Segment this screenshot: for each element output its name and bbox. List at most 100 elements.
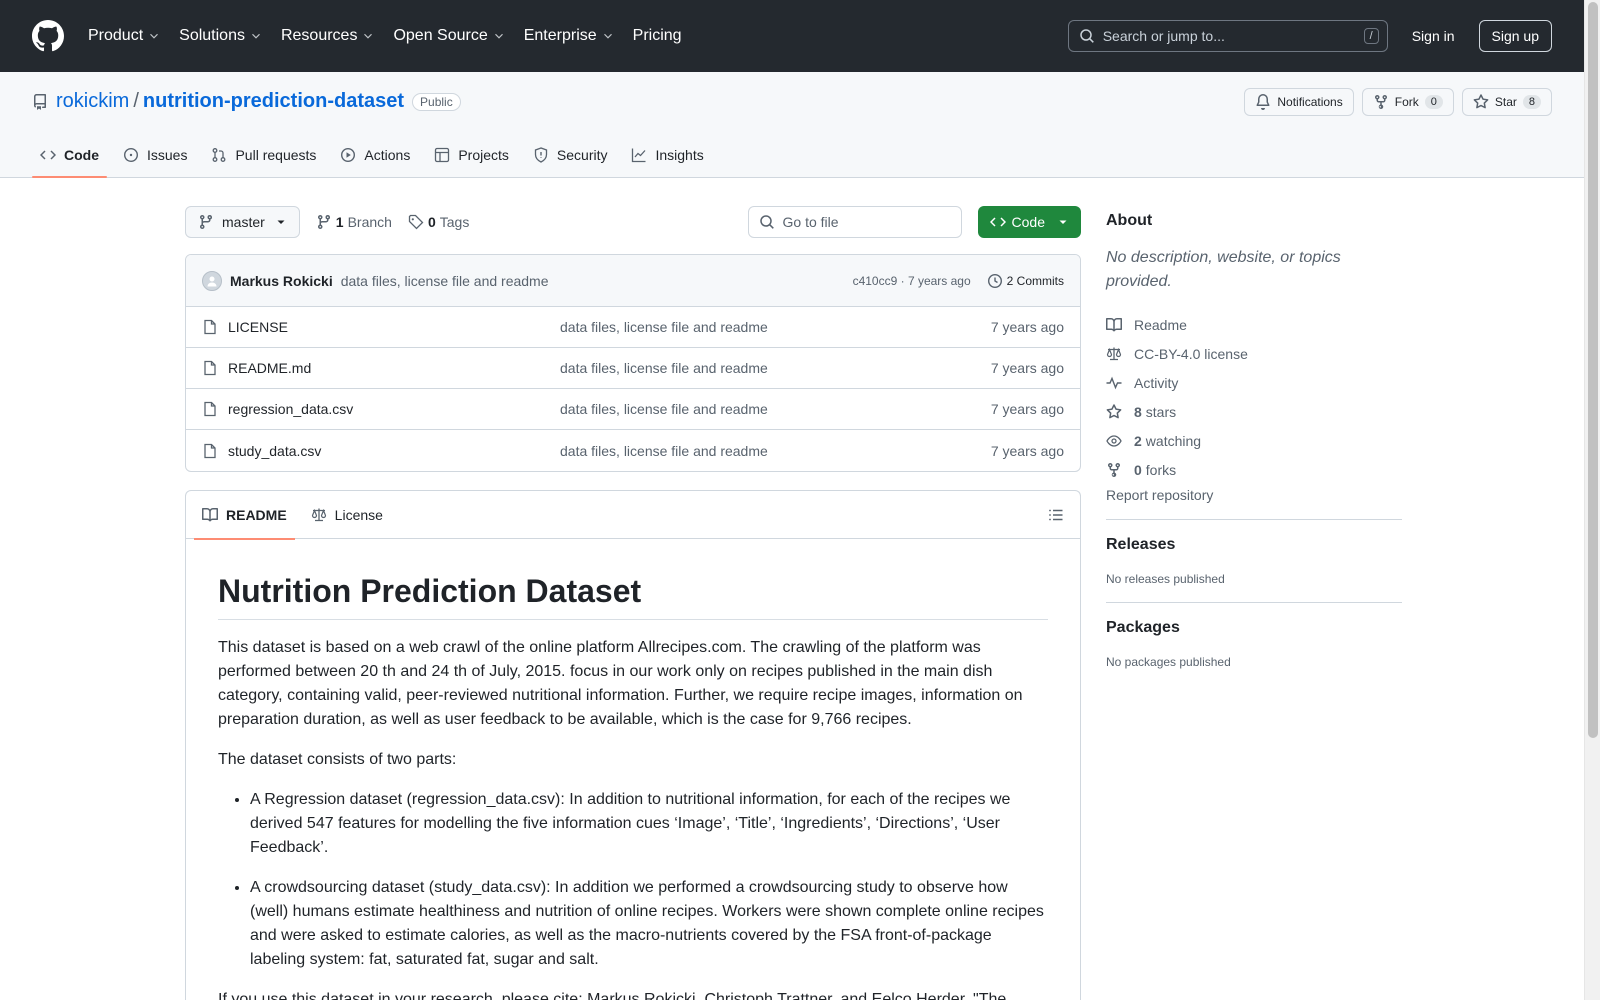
fork-count: 0	[1424, 95, 1443, 109]
nav-open-source[interactable]: Open Source	[393, 27, 505, 45]
commit-meta: c410cc9 · 7 years ago 2 Commits	[853, 273, 1064, 289]
tab-pull-requests[interactable]: Pull requests	[203, 132, 324, 178]
tab-license[interactable]: License	[303, 491, 391, 539]
tab-actions[interactable]: Actions	[332, 132, 418, 178]
commit-message[interactable]: data files, license file and readme	[341, 273, 549, 289]
packages-section: Packages No packages published	[1106, 602, 1402, 669]
stars-count: 8	[1134, 403, 1142, 420]
packages-heading[interactable]: Packages	[1106, 619, 1402, 637]
github-logo-icon[interactable]	[32, 20, 64, 52]
readme-paragraph: The dataset consists of two parts:	[218, 751, 457, 768]
readme-content: Nutrition Prediction Dataset This datase…	[186, 539, 1080, 1000]
tags-link[interactable]: 0 Tags	[408, 214, 469, 230]
go-to-file-input[interactable]: Go to file	[747, 206, 962, 238]
star-button[interactable]: Star 8	[1461, 88, 1552, 116]
tab-security[interactable]: Security	[525, 132, 616, 178]
tab-readme[interactable]: README	[194, 491, 295, 540]
file-commit-message[interactable]: data files, license file and readme	[560, 443, 768, 459]
file-name[interactable]: study_data.csv	[228, 443, 560, 459]
file-commit-message[interactable]: data files, license file and readme	[560, 401, 768, 417]
commits-link[interactable]: 2 Commits	[987, 273, 1064, 289]
branch-icon	[317, 214, 330, 230]
file-name[interactable]: LICENSE	[228, 319, 560, 335]
eye-icon	[1106, 434, 1122, 447]
file-age: 7 years ago	[990, 319, 1064, 335]
search-icon	[759, 215, 774, 229]
bell-icon	[1256, 94, 1270, 110]
branches-link[interactable]: 1 Branch	[316, 214, 392, 230]
branch-count: 1	[335, 214, 344, 230]
watching-link[interactable]: 2 watching	[1106, 426, 1402, 455]
license-link[interactable]: CC-BY-4.0 license	[1106, 339, 1402, 368]
notifications-button[interactable]: Notifications	[1244, 88, 1354, 116]
star-icon	[1473, 94, 1489, 109]
repo-name-link[interactable]: nutrition-prediction-dataset	[143, 90, 404, 113]
sign-up-button[interactable]: Sign up	[1478, 20, 1552, 52]
file-name[interactable]: regression_data.csv	[228, 401, 560, 417]
nav-resources[interactable]: Resources	[281, 27, 375, 45]
nav-enterprise[interactable]: Enterprise	[524, 27, 615, 45]
tag-icon	[408, 214, 424, 230]
table-icon	[435, 147, 450, 163]
search-icon	[1079, 29, 1094, 43]
code-dropdown-button[interactable]: Code	[977, 206, 1081, 238]
latest-commit: Markus Rokicki data files, license file …	[186, 255, 1080, 307]
about-links: Readme CC-BY-4.0 license Activity 8 star…	[1106, 310, 1402, 484]
caret-down-icon	[1059, 220, 1067, 224]
branch-select-button[interactable]: master	[185, 206, 300, 238]
global-search-input[interactable]: Search or jump to... /	[1067, 20, 1388, 52]
file-icon	[204, 443, 216, 458]
forks-link[interactable]: 0 forks	[1106, 455, 1402, 484]
tab-code[interactable]: Code	[32, 132, 107, 178]
chevron-down-icon	[494, 33, 503, 39]
file-row[interactable]: LICENSE data files, license file and rea…	[186, 307, 1080, 348]
file-icon	[204, 360, 216, 376]
page-scrollbar[interactable]	[1584, 0, 1600, 1000]
file-icon	[204, 319, 216, 335]
pull-request-icon	[213, 148, 226, 162]
file-age: 7 years ago	[990, 360, 1064, 376]
releases-heading[interactable]: Releases	[1106, 536, 1402, 554]
fork-button[interactable]: Fork 0	[1361, 88, 1454, 116]
releases-section: Releases No releases published	[1106, 519, 1402, 586]
tab-projects[interactable]: Projects	[426, 132, 517, 178]
tab-insights[interactable]: Insights	[623, 132, 711, 178]
file-row[interactable]: README.md data files, license file and r…	[186, 348, 1080, 389]
file-list: Markus Rokicki data files, license file …	[185, 254, 1081, 472]
file-commit-message[interactable]: data files, license file and readme	[560, 319, 768, 335]
commit-hash-age[interactable]: c410cc9 · 7 years ago	[853, 274, 971, 288]
avatar[interactable]	[202, 270, 222, 291]
scrollbar-thumb[interactable]	[1588, 2, 1598, 738]
play-circle-icon	[341, 147, 356, 163]
sign-in-link[interactable]: Sign in	[1404, 28, 1463, 44]
list-item: A Regression dataset (regression_data.cs…	[250, 788, 1048, 860]
readme-list: A Regression dataset (regression_data.cs…	[218, 788, 1048, 972]
stars-link[interactable]: 8 stars	[1106, 397, 1402, 426]
file-name[interactable]: README.md	[228, 360, 560, 376]
repo-path-separator: /	[133, 90, 139, 112]
chevron-down-icon	[603, 33, 612, 39]
file-navigation-bar: master 1 Branch 0 Tags Go to file Code	[185, 206, 1081, 238]
about-description: No description, website, or topics provi…	[1106, 249, 1341, 290]
file-row[interactable]: study_data.csv data files, license file …	[186, 430, 1080, 471]
commit-author[interactable]: Markus Rokicki	[230, 273, 333, 289]
repo-title: rokickim / nutrition-prediction-dataset …	[32, 90, 461, 113]
repo-owner-link[interactable]: rokickim	[56, 90, 129, 113]
list-unordered-icon[interactable]	[1048, 507, 1064, 523]
report-repository-link[interactable]: Report repository	[1106, 487, 1402, 503]
chevron-down-icon	[364, 33, 373, 39]
nav-product[interactable]: Product	[88, 27, 161, 45]
tab-issues[interactable]: Issues	[115, 132, 195, 178]
file-row[interactable]: regression_data.csv data files, license …	[186, 389, 1080, 430]
fork-icon	[1374, 94, 1387, 110]
nav-solutions[interactable]: Solutions	[179, 27, 263, 45]
book-icon	[1106, 317, 1122, 331]
activity-link[interactable]: Activity	[1106, 368, 1402, 397]
caret-down-icon	[277, 220, 285, 224]
file-commit-message[interactable]: data files, license file and readme	[560, 360, 768, 376]
nav-pricing[interactable]: Pricing	[633, 27, 682, 45]
user-icon	[207, 276, 217, 286]
readme-title: Nutrition Prediction Dataset	[218, 571, 1048, 620]
issue-icon	[123, 147, 139, 163]
readme-link[interactable]: Readme	[1106, 310, 1402, 339]
